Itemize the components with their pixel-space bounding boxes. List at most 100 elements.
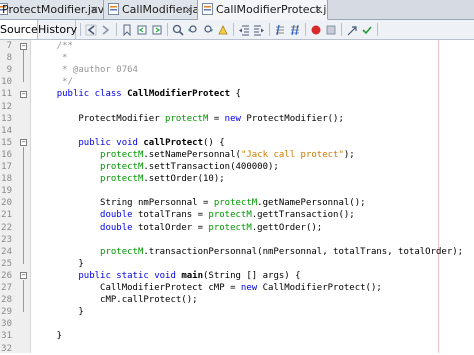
tab-label: CallModifierProtect.java — [216, 3, 327, 16]
fold-guide — [23, 279, 24, 313]
tab-label: ProtectModifier.java — [2, 3, 104, 16]
uncomment-icon[interactable] — [288, 23, 301, 36]
source-tab[interactable]: Source — [0, 20, 38, 39]
line-number: 28 — [1, 295, 12, 306]
line-number: 17 — [1, 162, 12, 172]
comment-icon[interactable] — [273, 23, 286, 36]
code-token: protectM — [208, 210, 252, 221]
code-line: double totalOrder = protectM.gettOrder()… — [35, 222, 322, 234]
code-token: .setNamePersonnal( — [143, 149, 241, 160]
toolbar-separator — [341, 23, 342, 36]
shift-right-icon[interactable] — [252, 23, 265, 36]
tab-call-modifier[interactable]: CallModifier.java × — [104, 0, 198, 19]
line-number: 14 — [1, 125, 12, 136]
line-number: 25 — [1, 258, 12, 269]
toolbar-separator — [377, 23, 378, 36]
line-number: 20 — [1, 198, 12, 209]
code-line: * @author 0764 — [35, 64, 138, 76]
find-next-icon[interactable] — [201, 23, 214, 36]
toolbar-separator — [269, 23, 270, 36]
tab-protect-modifier[interactable]: ProtectModifier.java × — [0, 0, 104, 19]
code-line: protectM.settOrder(10); — [35, 173, 225, 185]
find-prev-icon[interactable] — [186, 23, 199, 36]
code-line: */ — [35, 76, 73, 88]
line-number: 29 — [1, 307, 12, 318]
code-token: protectM — [100, 149, 144, 160]
line-number: 8 — [6, 53, 12, 64]
code-token: "Jack call protect" — [240, 149, 344, 160]
code-token: new — [240, 283, 258, 293]
code-token: } — [35, 258, 84, 269]
toolbar-separator — [116, 23, 117, 36]
toggle-bookmark-icon[interactable] — [120, 23, 133, 36]
fold-toggle-icon[interactable]: − — [20, 90, 27, 98]
code-token: = — [208, 113, 225, 124]
code-token: main — [181, 270, 203, 281]
line-number: 23 — [1, 234, 12, 245]
tab-call-modifier-protect[interactable]: CallModifierProtect.java × — [198, 0, 328, 20]
right-margin-line — [438, 40, 439, 353]
code-token: } — [35, 331, 63, 342]
stop-macro-icon[interactable] — [324, 23, 337, 36]
toggle-highlight-icon[interactable] — [216, 23, 229, 36]
code-token: double — [100, 210, 133, 221]
close-icon[interactable]: × — [90, 0, 99, 19]
code-line: } — [35, 306, 84, 318]
line-number: 12 — [1, 101, 12, 112]
line-number: 7 — [6, 41, 12, 51]
code-token: * @author 0764 — [35, 65, 138, 76]
code-token: () { — [203, 137, 225, 148]
code-token: totalOrder = — [132, 222, 209, 233]
code-line: String nmPersonnal = protectM.getNamePer… — [35, 197, 366, 209]
start-macro-icon[interactable] — [309, 23, 322, 36]
code-token: protectM — [100, 246, 144, 257]
line-number: 9 — [6, 65, 12, 76]
code-token: .transactionPersonnal(nmPersonnal, total… — [143, 246, 464, 257]
check-icon[interactable] — [360, 23, 373, 36]
code-token: double — [100, 222, 133, 233]
line-number: 30 — [1, 319, 12, 330]
history-tab[interactable]: History — [38, 20, 77, 39]
code-line: public class CallModifierProtect { — [35, 88, 241, 100]
java-file-icon — [202, 3, 213, 15]
back-icon[interactable] — [84, 23, 97, 36]
close-icon[interactable]: × — [314, 0, 323, 19]
code-token: ProtectModifier — [35, 113, 166, 124]
code-line: protectM.transactionPersonnal(nmPersonna… — [35, 246, 463, 258]
code-token: protectM — [100, 162, 144, 172]
code-token: /** — [35, 41, 73, 51]
next-bookmark-icon[interactable] — [150, 23, 163, 36]
close-icon[interactable]: × — [184, 0, 193, 19]
line-number: 31 — [1, 331, 12, 342]
code-token: .gettTransaction(); — [251, 210, 355, 221]
line-number: 24 — [1, 246, 12, 257]
fold-toggle-icon[interactable]: − — [20, 42, 27, 50]
diff-icon[interactable] — [345, 23, 358, 36]
code-token: public static void — [78, 270, 182, 281]
code-token: { — [230, 89, 241, 100]
fold-toggle-icon[interactable]: − — [20, 139, 27, 147]
line-number: 27 — [1, 283, 12, 293]
code-token: public void — [78, 137, 144, 148]
code-editor[interactable]: /** * * @author 0764 */ public class Cal… — [31, 40, 474, 353]
line-number: 22 — [1, 222, 12, 233]
code-token: .settOrder(10); — [143, 174, 225, 185]
prev-bookmark-icon[interactable] — [135, 23, 148, 36]
code-token: .settTransaction(400000); — [143, 162, 279, 172]
code-line: public void callProtect() { — [35, 137, 225, 149]
toolbar-separator — [80, 23, 81, 36]
find-selection-icon[interactable] — [171, 23, 184, 36]
shift-left-icon[interactable] — [237, 23, 250, 36]
fold-toggle-icon[interactable]: − — [20, 272, 27, 280]
toolbar-separator — [305, 23, 306, 36]
line-number: 10 — [1, 77, 12, 88]
code-token: .gettOrder(); — [251, 222, 323, 233]
forward-icon[interactable] — [99, 23, 112, 36]
code-line: } — [35, 330, 62, 342]
code-token: * — [35, 53, 68, 64]
code-token: } — [35, 307, 84, 318]
code-token: new — [224, 113, 241, 124]
